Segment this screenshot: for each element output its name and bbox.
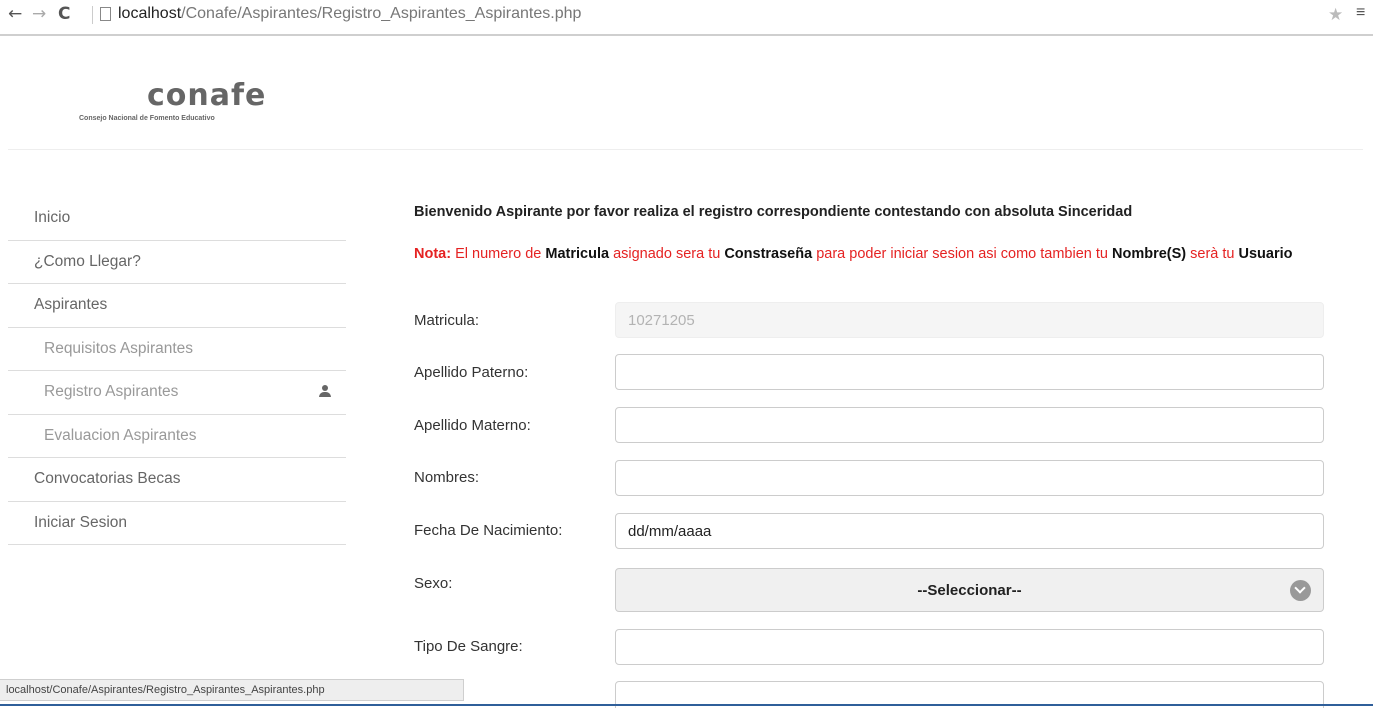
- apellido-materno-field[interactable]: [615, 407, 1324, 443]
- registration-note: Nota: El numero de Matricula asignado se…: [414, 246, 1339, 263]
- forward-arrow-icon[interactable]: →: [32, 4, 46, 24]
- note-text: serà tu: [1186, 246, 1239, 262]
- chevron-down-icon: [1290, 580, 1311, 601]
- sexo-selected-value: --Seleccionar--: [917, 582, 1022, 599]
- nombres-label: Nombres:: [414, 469, 480, 486]
- address-bar[interactable]: localhost/Conafe/Aspirantes/Registro_Asp…: [118, 5, 581, 23]
- tipo-sangre-field[interactable]: [615, 629, 1324, 665]
- sidebar-item-label: Convocatorias Becas: [34, 470, 181, 488]
- note-bold-nombres: Nombre(S): [1112, 246, 1187, 262]
- back-arrow-icon[interactable]: ←: [8, 4, 22, 24]
- browser-status-bar: localhost/Conafe/Aspirantes/Registro_Asp…: [0, 679, 464, 701]
- apellido-paterno-field[interactable]: [615, 354, 1324, 390]
- note-bold-contrasena: Constraseña: [724, 246, 813, 262]
- fecha-nacimiento-label: Fecha De Nacimiento:: [414, 522, 563, 539]
- header-divider: [8, 149, 1363, 150]
- note-text: para poder iniciar sesion asi como tambi…: [812, 246, 1112, 262]
- sidebar-item-label: Inicio: [34, 209, 71, 227]
- apellido-materno-label: Apellido Materno:: [414, 417, 531, 434]
- note-text: asignado sera tu: [609, 246, 725, 262]
- sidebar-item-label: ¿Como Llegar?: [34, 252, 141, 270]
- sidebar-item-convocatorias-becas[interactable]: Convocatorias Becas: [8, 458, 346, 502]
- browser-toolbar: ← → C localhost/Conafe/Aspirantes/Regist…: [0, 0, 1373, 36]
- reload-icon[interactable]: C: [58, 4, 70, 24]
- sidebar-item-registro-aspirantes[interactable]: Registro Aspirantes: [8, 371, 346, 415]
- matricula-label: Matricula:: [414, 312, 480, 329]
- sexo-select[interactable]: --Seleccionar--: [615, 568, 1324, 612]
- toolbar-divider: [92, 6, 93, 24]
- site-logo[interactable]: conafe Consejo Nacional de Fomento Educa…: [62, 78, 292, 128]
- sidebar-item-iniciar-sesion[interactable]: Iniciar Sesion: [8, 502, 346, 545]
- apellido-paterno-label: Apellido Paterno:: [414, 364, 529, 381]
- fecha-nacimiento-field[interactable]: [615, 513, 1324, 549]
- logo-mark: conafe: [147, 78, 267, 113]
- note-bold-usuario: Usuario: [1238, 246, 1293, 262]
- matricula-field: [615, 302, 1324, 338]
- url-host: localhost: [118, 5, 182, 22]
- sidebar-item-inicio[interactable]: Inicio: [8, 197, 346, 241]
- sidebar-item-label: Requisitos Aspirantes: [44, 339, 194, 357]
- sidebar-item-evaluacion-aspirantes[interactable]: Evaluacion Aspirantes: [8, 415, 346, 458]
- nombres-field[interactable]: [615, 460, 1324, 496]
- browser-menu-icon[interactable]: ≡: [1356, 4, 1365, 22]
- taskbar-edge: [0, 704, 1373, 706]
- sexo-label: Sexo:: [414, 575, 453, 592]
- note-prefix: Nota:: [414, 246, 452, 262]
- tipo-sangre-label: Tipo De Sangre:: [414, 638, 523, 655]
- sidebar-nav: Inicio ¿Como Llegar? Aspirantes Requisit…: [8, 197, 346, 545]
- user-icon: [318, 385, 332, 399]
- sidebar-item-label: Iniciar Sesion: [34, 513, 128, 531]
- logo-tagline: Consejo Nacional de Fomento Educativo: [79, 115, 215, 122]
- sidebar-item-label: Evaluacion Aspirantes: [44, 426, 197, 444]
- sidebar-item-label: Aspirantes: [34, 296, 108, 314]
- bookmark-star-icon[interactable]: ★: [1328, 5, 1343, 25]
- sidebar-item-aspirantes[interactable]: Aspirantes: [8, 284, 346, 328]
- sidebar-item-como-llegar[interactable]: ¿Como Llegar?: [8, 241, 346, 284]
- welcome-heading: Bienvenido Aspirante por favor realiza e…: [414, 204, 1133, 220]
- page-icon: [100, 7, 111, 21]
- url-path: /Conafe/Aspirantes/Registro_Aspirantes_A…: [181, 5, 582, 22]
- note-bold-matricula: Matricula: [545, 246, 610, 262]
- sidebar-item-requisitos-aspirantes[interactable]: Requisitos Aspirantes: [8, 328, 346, 371]
- note-text: El numero de: [451, 246, 546, 262]
- sidebar-item-label: Registro Aspirantes: [44, 383, 179, 401]
